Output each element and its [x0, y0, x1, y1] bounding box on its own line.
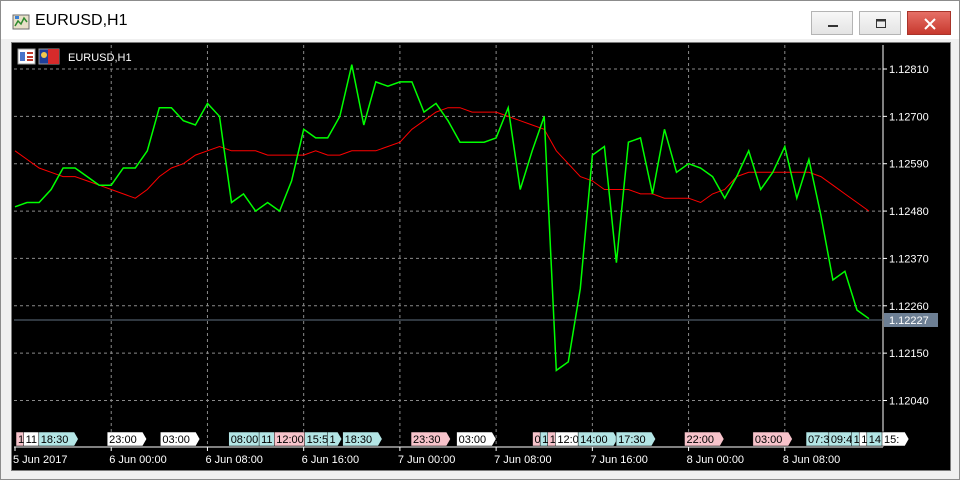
event-tag-text: 03:00: [459, 434, 487, 446]
chart-area[interactable]: EURUSD,H1 1.12810 1.12700 1.12590 1.12480 1.…: [11, 42, 951, 471]
price-chart[interactable]: EURUSD,H1 1.128101.127001.125901.124801.…: [12, 43, 950, 470]
current-price-text: 1.12227: [889, 315, 929, 327]
minimize-icon: [828, 25, 838, 27]
time-tick-label: 7 Jun 08:00: [494, 454, 552, 466]
price-tick-label: 1.12810: [889, 64, 929, 76]
event-tag-text: 07:3: [808, 434, 829, 446]
event-tag-text: 12:00: [276, 434, 304, 446]
maximize-button[interactable]: [859, 11, 901, 35]
price-tick-label: 1.12370: [889, 253, 929, 265]
event-tag-text: 23:00: [109, 434, 137, 446]
price-axis: 1.12810 1.12700 1.12590 1.12480 1.12370 1.122…: [14, 45, 929, 448]
minimize-button[interactable]: [811, 11, 853, 35]
time-tick-label: 7 Jun 00:00: [398, 454, 456, 466]
event-label: 22:00: [684, 431, 725, 447]
price-line-series: [14, 64, 870, 372]
time-tick-label: 6 Jun 00:00: [109, 454, 166, 466]
event-label: 1: [327, 431, 343, 447]
event-tag-text: 08:00: [231, 434, 259, 446]
event-label: 23:00: [106, 431, 147, 447]
event-tag-text: 11: [261, 434, 272, 446]
chart-symbol-label: EURUSD,H1: [68, 52, 132, 64]
event-tag-text: 11: [26, 434, 37, 446]
time-tick-label: 5 Jun 2017: [13, 454, 67, 466]
series-lines: [14, 64, 870, 372]
price-tick-label: 1.12700: [889, 111, 929, 123]
price-tick-label: 1.12480: [889, 206, 929, 218]
event-tag-text: 17:30: [618, 434, 646, 446]
close-icon: [924, 18, 936, 30]
time-axis: 5 Jun 2017 6 Jun 00:00 6 Jun 08:00 6 Jun 16…: [13, 447, 840, 466]
time-tick-label: 8 Jun 00:00: [687, 454, 745, 466]
event-tag-text: 03:00: [162, 434, 190, 446]
current-price-marker: 1.12227: [14, 312, 938, 327]
event-label: 17:30: [615, 431, 656, 447]
time-tick-label: 7 Jun 16:00: [590, 454, 648, 466]
event-tag-text: 1: [550, 434, 556, 446]
event-tag-text: 03:00: [755, 434, 783, 446]
event-label: 03:00: [752, 431, 793, 447]
chart-window: EURUSD,H1 EURUSD,H1 1.12810 1.12700 1.12…: [0, 0, 960, 480]
event-tag-text: 15:5: [307, 434, 328, 446]
event-tag-text: 18:30: [345, 434, 373, 446]
moving-average-series: [14, 107, 870, 212]
event-tag-text: 22:00: [686, 434, 714, 446]
event-tag-text: 23:30: [413, 434, 441, 446]
window-title: EURUSD,H1: [35, 12, 128, 29]
flag-icon[interactable]: [38, 48, 60, 65]
event-tag-text: 1: [329, 434, 335, 446]
event-label: 18:30: [342, 431, 383, 447]
event-label: 15:: [881, 431, 910, 447]
time-tick-label: 8 Jun 08:00: [783, 454, 841, 466]
price-tick-label: 1.12040: [889, 396, 929, 408]
title-bar[interactable]: EURUSD,H1: [1, 1, 959, 39]
event-tag-text: 18:30: [41, 434, 69, 446]
time-tick-label: 6 Jun 08:00: [205, 454, 262, 466]
time-tick-label: 6 Jun 16:00: [302, 454, 360, 466]
chart-header: EURUSD,H1: [17, 48, 132, 65]
chart-grid: [14, 45, 883, 447]
price-tick-label: 1.12590: [889, 159, 929, 171]
event-markers: 161118:3023:0003:0008:001112:0015:5118:3…: [15, 431, 910, 447]
event-tag-text: 14:00: [580, 434, 608, 446]
event-tag-text: 14: [869, 434, 881, 446]
price-tick-label: 1.12260: [889, 301, 929, 313]
event-label: 14:00: [577, 431, 618, 447]
templates-icon[interactable]: [17, 48, 36, 65]
price-tick-label: 1.12150: [889, 348, 929, 360]
close-button[interactable]: [907, 11, 951, 35]
event-label: 23:30: [410, 431, 451, 447]
event-label: 03:00: [456, 431, 497, 447]
maximize-icon: [876, 19, 886, 28]
event-tag-text: 12:0: [557, 434, 578, 446]
event-tag-text: 15:: [884, 434, 899, 446]
event-label: 03:00: [160, 431, 201, 447]
chart-app-icon: [12, 14, 30, 30]
event-label: 18:30: [38, 431, 79, 447]
